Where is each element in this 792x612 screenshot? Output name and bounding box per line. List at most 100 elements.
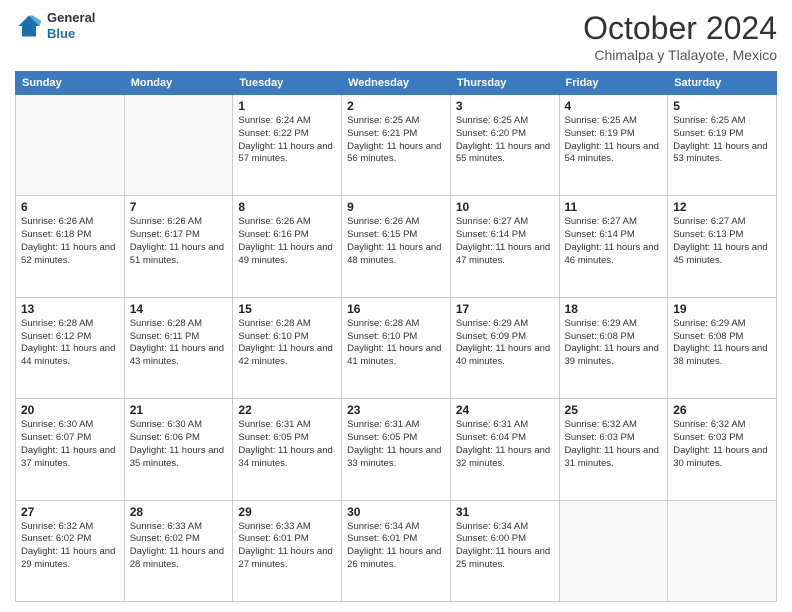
- day-info: Sunrise: 6:26 AM Sunset: 6:15 PM Dayligh…: [347, 216, 445, 267]
- day-number: 10: [456, 200, 554, 214]
- day-number: 13: [21, 302, 119, 316]
- calendar-week-row: 1 Sunrise: 6:24 AM Sunset: 6:22 PM Daylig…: [16, 95, 777, 196]
- day-info: Sunrise: 6:29 AM Sunset: 6:08 PM Dayligh…: [673, 318, 771, 369]
- calendar-day-cell: 11 Sunrise: 6:27 AM Sunset: 6:14 PM Dayli…: [559, 196, 668, 297]
- calendar-week-row: 6 Sunrise: 6:26 AM Sunset: 6:18 PM Daylig…: [16, 196, 777, 297]
- calendar-day-cell: [668, 500, 777, 601]
- day-number: 8: [238, 200, 336, 214]
- day-number: 17: [456, 302, 554, 316]
- day-info: Sunrise: 6:34 AM Sunset: 6:01 PM Dayligh…: [347, 521, 445, 572]
- calendar-day-cell: 26 Sunrise: 6:32 AM Sunset: 6:03 PM Dayli…: [668, 399, 777, 500]
- day-info: Sunrise: 6:25 AM Sunset: 6:20 PM Dayligh…: [456, 115, 554, 166]
- calendar-day-cell: 8 Sunrise: 6:26 AM Sunset: 6:16 PM Daylig…: [233, 196, 342, 297]
- day-info: Sunrise: 6:25 AM Sunset: 6:21 PM Dayligh…: [347, 115, 445, 166]
- day-number: 31: [456, 505, 554, 519]
- calendar-day-cell: 23 Sunrise: 6:31 AM Sunset: 6:05 PM Dayli…: [342, 399, 451, 500]
- logo-icon: [15, 12, 43, 40]
- calendar-week-row: 20Sunrise: 6:30 AM Sunset: 6:07 PM Dayli…: [16, 399, 777, 500]
- calendar-weekday-header: Tuesday: [233, 72, 342, 95]
- calendar-day-cell: 2 Sunrise: 6:25 AM Sunset: 6:21 PM Daylig…: [342, 95, 451, 196]
- day-number: 25: [565, 403, 663, 417]
- day-info: Sunrise: 6:28 AM Sunset: 6:10 PM Dayligh…: [347, 318, 445, 369]
- calendar-day-cell: 5 Sunrise: 6:25 AM Sunset: 6:19 PM Daylig…: [668, 95, 777, 196]
- calendar-week-row: 27Sunrise: 6:32 AM Sunset: 6:02 PM Dayli…: [16, 500, 777, 601]
- calendar-day-cell: 10 Sunrise: 6:27 AM Sunset: 6:14 PM Dayli…: [450, 196, 559, 297]
- day-info: Sunrise: 6:29 AM Sunset: 6:08 PM Dayligh…: [565, 318, 663, 369]
- logo: General Blue: [15, 10, 95, 41]
- calendar-day-cell: 21 Sunrise: 6:30 AM Sunset: 6:06 PM Dayli…: [124, 399, 233, 500]
- calendar-day-cell: 9 Sunrise: 6:26 AM Sunset: 6:15 PM Daylig…: [342, 196, 451, 297]
- month-title: October 2024: [583, 10, 777, 47]
- day-info: Sunrise: 6:31 AM Sunset: 6:04 PM Dayligh…: [456, 419, 554, 470]
- location-subtitle: Chimalpa y Tlalayote, Mexico: [583, 47, 777, 63]
- day-info: Sunrise: 6:32 AM Sunset: 6:03 PM Dayligh…: [565, 419, 663, 470]
- day-info: Sunrise: 6:31 AM Sunset: 6:05 PM Dayligh…: [238, 419, 336, 470]
- calendar-day-cell: 13 Sunrise: 6:28 AM Sunset: 6:12 PM Dayli…: [16, 297, 125, 398]
- calendar-day-cell: 30 Sunrise: 6:34 AM Sunset: 6:01 PM Dayli…: [342, 500, 451, 601]
- calendar-day-cell: 14 Sunrise: 6:28 AM Sunset: 6:11 PM Dayli…: [124, 297, 233, 398]
- calendar-day-cell: 29 Sunrise: 6:33 AM Sunset: 6:01 PM Dayli…: [233, 500, 342, 601]
- day-number: 14: [130, 302, 228, 316]
- day-info: Sunrise: 6:25 AM Sunset: 6:19 PM Dayligh…: [565, 115, 663, 166]
- day-number: 20: [21, 403, 119, 417]
- calendar-day-cell: 1 Sunrise: 6:24 AM Sunset: 6:22 PM Daylig…: [233, 95, 342, 196]
- header: General Blue October 2024 Chimalpa y Tla…: [15, 10, 777, 63]
- day-number: 5: [673, 99, 771, 113]
- day-number: 29: [238, 505, 336, 519]
- calendar-day-cell: 22 Sunrise: 6:31 AM Sunset: 6:05 PM Dayli…: [233, 399, 342, 500]
- day-info: Sunrise: 6:26 AM Sunset: 6:18 PM Dayligh…: [21, 216, 119, 267]
- calendar-table: SundayMondayTuesdayWednesdayThursdayFrid…: [15, 71, 777, 602]
- calendar-day-cell: 20Sunrise: 6:30 AM Sunset: 6:07 PM Dayli…: [16, 399, 125, 500]
- calendar-day-cell: 16 Sunrise: 6:28 AM Sunset: 6:10 PM Dayli…: [342, 297, 451, 398]
- day-number: 18: [565, 302, 663, 316]
- day-info: Sunrise: 6:28 AM Sunset: 6:10 PM Dayligh…: [238, 318, 336, 369]
- day-number: 7: [130, 200, 228, 214]
- logo-text: General Blue: [47, 10, 95, 41]
- day-info: Sunrise: 6:31 AM Sunset: 6:05 PM Dayligh…: [347, 419, 445, 470]
- day-info: Sunrise: 6:25 AM Sunset: 6:19 PM Dayligh…: [673, 115, 771, 166]
- day-number: 2: [347, 99, 445, 113]
- calendar-day-cell: 3Sunrise: 6:25 AM Sunset: 6:20 PM Daylig…: [450, 95, 559, 196]
- day-info: Sunrise: 6:33 AM Sunset: 6:02 PM Dayligh…: [130, 521, 228, 572]
- calendar-weekday-header: Monday: [124, 72, 233, 95]
- calendar-weekday-header: Saturday: [668, 72, 777, 95]
- day-number: 23: [347, 403, 445, 417]
- day-info: Sunrise: 6:27 AM Sunset: 6:13 PM Dayligh…: [673, 216, 771, 267]
- calendar-day-cell: 24 Sunrise: 6:31 AM Sunset: 6:04 PM Dayli…: [450, 399, 559, 500]
- calendar-day-cell: 17Sunrise: 6:29 AM Sunset: 6:09 PM Dayli…: [450, 297, 559, 398]
- calendar-day-cell: 6 Sunrise: 6:26 AM Sunset: 6:18 PM Daylig…: [16, 196, 125, 297]
- day-number: 11: [565, 200, 663, 214]
- logo-general-text: General: [47, 10, 95, 26]
- day-info: Sunrise: 6:26 AM Sunset: 6:16 PM Dayligh…: [238, 216, 336, 267]
- calendar-day-cell: 25 Sunrise: 6:32 AM Sunset: 6:03 PM Dayli…: [559, 399, 668, 500]
- day-info: Sunrise: 6:27 AM Sunset: 6:14 PM Dayligh…: [565, 216, 663, 267]
- calendar-day-cell: 7 Sunrise: 6:26 AM Sunset: 6:17 PM Daylig…: [124, 196, 233, 297]
- day-number: 19: [673, 302, 771, 316]
- day-info: Sunrise: 6:32 AM Sunset: 6:03 PM Dayligh…: [673, 419, 771, 470]
- calendar-weekday-header: Sunday: [16, 72, 125, 95]
- day-number: 21: [130, 403, 228, 417]
- day-info: Sunrise: 6:27 AM Sunset: 6:14 PM Dayligh…: [456, 216, 554, 267]
- day-info: Sunrise: 6:24 AM Sunset: 6:22 PM Dayligh…: [238, 115, 336, 166]
- day-number: 22: [238, 403, 336, 417]
- day-number: 15: [238, 302, 336, 316]
- calendar-day-cell: 18 Sunrise: 6:29 AM Sunset: 6:08 PM Dayli…: [559, 297, 668, 398]
- calendar-day-cell: [124, 95, 233, 196]
- day-number: 26: [673, 403, 771, 417]
- day-number: 30: [347, 505, 445, 519]
- day-info: Sunrise: 6:30 AM Sunset: 6:06 PM Dayligh…: [130, 419, 228, 470]
- day-number: 6: [21, 200, 119, 214]
- day-info: Sunrise: 6:28 AM Sunset: 6:11 PM Dayligh…: [130, 318, 228, 369]
- day-number: 1: [238, 99, 336, 113]
- calendar-day-cell: 4Sunrise: 6:25 AM Sunset: 6:19 PM Daylig…: [559, 95, 668, 196]
- day-info: Sunrise: 6:26 AM Sunset: 6:17 PM Dayligh…: [130, 216, 228, 267]
- day-info: Sunrise: 6:33 AM Sunset: 6:01 PM Dayligh…: [238, 521, 336, 572]
- day-number: 9: [347, 200, 445, 214]
- calendar-weekday-header: Friday: [559, 72, 668, 95]
- title-block: October 2024 Chimalpa y Tlalayote, Mexic…: [583, 10, 777, 63]
- day-number: 16: [347, 302, 445, 316]
- logo-blue-text: Blue: [47, 26, 95, 42]
- day-info: Sunrise: 6:28 AM Sunset: 6:12 PM Dayligh…: [21, 318, 119, 369]
- day-number: 12: [673, 200, 771, 214]
- day-number: 24: [456, 403, 554, 417]
